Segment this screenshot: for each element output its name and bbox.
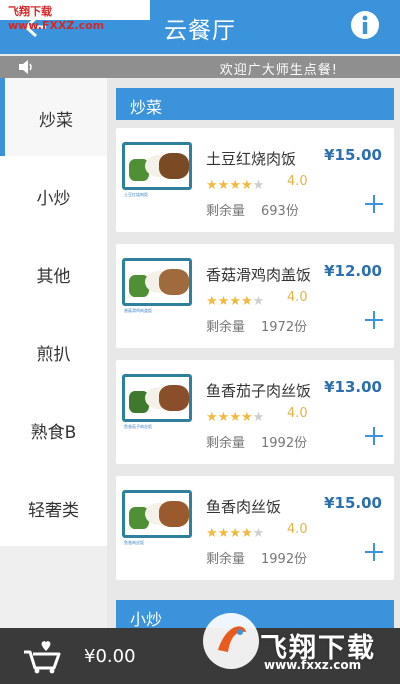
star-filled-icon: ★: [240, 410, 253, 425]
star-filled-icon: ★: [240, 526, 253, 541]
dish-image: 鱼香肉丝饭: [122, 490, 192, 554]
star-empty-icon: ★: [252, 410, 265, 425]
notice-text: 欢迎广大师生点餐!: [219, 63, 338, 78]
top-watermark: 飞翔下载 www.FXXZ.com: [0, 0, 150, 32]
sidebar-item-label: 小炒: [36, 189, 71, 209]
plus-icon[interactable]: [364, 426, 384, 446]
notice-bar: 欢迎广大师生点餐!: [0, 56, 400, 78]
stock-value: 1992份: [261, 552, 308, 567]
stock-value: 1972份: [261, 320, 308, 335]
stock-value: 693份: [261, 204, 299, 219]
rating-value: 4.0: [287, 174, 308, 189]
star-filled-icon: ★: [217, 526, 230, 541]
stock-label: 剩余量: [206, 204, 246, 219]
dish-price: ¥15.00: [324, 146, 382, 164]
star-filled-icon: ★: [206, 294, 218, 309]
star-filled-icon: ★: [240, 294, 253, 309]
sidebar-item-label: 煎扒: [36, 345, 71, 365]
star-filled-icon: ★: [229, 178, 241, 193]
sidebar-item-label: 炒菜: [39, 111, 73, 131]
dish-name: 鱼香肉丝饭: [206, 498, 282, 516]
stock-value: 1992份: [261, 436, 308, 451]
star-rating: ★★★★★: [206, 406, 264, 425]
plus-icon[interactable]: [364, 310, 384, 330]
dish-image: 鱼香茄子肉丝饭: [122, 374, 192, 438]
star-rating: ★★★★★: [206, 290, 264, 309]
star-filled-icon: ★: [206, 410, 218, 425]
stock-label: 剩余量: [206, 552, 246, 567]
star-rating: ★★★★★: [206, 174, 264, 193]
star-filled-icon: ★: [229, 526, 241, 541]
dish-price: ¥12.00: [324, 262, 382, 280]
menu-item[interactable]: 鱼香茄子肉丝饭 鱼香茄子肉丝饭 ¥13.00 ★★★★★ 4.0 剩余量 199…: [116, 360, 394, 464]
sidebar-item-chaocai[interactable]: 炒菜: [0, 78, 107, 156]
star-filled-icon: ★: [229, 294, 241, 309]
sidebar-item-shushi-b[interactable]: 熟食B: [0, 390, 107, 468]
dish-image: 香菇滑鸡肉盖饭: [122, 258, 192, 322]
sidebar-item-jianpa[interactable]: 煎扒: [0, 312, 107, 390]
menu-item[interactable]: 土豆红烧肉饭 土豆红烧肉饭 ¥15.00 ★★★★★ 4.0 剩余量 693份: [116, 128, 394, 232]
rating-value: 4.0: [287, 290, 308, 305]
star-filled-icon: ★: [217, 178, 230, 193]
category-sidebar: 炒菜 小炒 其他 煎扒 熟食B 轻奢类: [0, 78, 107, 684]
dish-name: 鱼香茄子肉丝饭: [206, 382, 312, 400]
star-empty-icon: ★: [252, 294, 265, 309]
sidebar-item-xiaochao[interactable]: 小炒: [0, 156, 107, 234]
rating-value: 4.0: [287, 522, 308, 537]
sidebar-item-qingshe[interactable]: 轻奢类: [0, 468, 107, 546]
sidebar-item-label: 其他: [36, 267, 71, 287]
section-header: 炒菜: [116, 88, 394, 120]
dish-price: ¥15.00: [324, 494, 382, 512]
menu-item[interactable]: 鱼香肉丝饭 鱼香肉丝饭 ¥15.00 ★★★★★ 4.0 剩余量 1992份: [116, 476, 394, 580]
dish-image-caption: 土豆红烧肉饭: [124, 192, 148, 197]
star-filled-icon: ★: [229, 410, 241, 425]
dish-name: 香菇滑鸡肉盖饭: [206, 266, 312, 284]
sidebar-item-qita[interactable]: 其他: [0, 234, 107, 312]
star-empty-icon: ★: [252, 178, 265, 193]
star-filled-icon: ★: [240, 178, 253, 193]
dish-image-caption: 鱼香肉丝饭: [124, 540, 144, 545]
info-icon[interactable]: [350, 10, 380, 40]
cart-total: ¥0.00: [84, 646, 136, 667]
star-filled-icon: ★: [217, 294, 230, 309]
section-title: 炒菜: [130, 98, 163, 117]
stock-label: 剩余量: [206, 320, 246, 335]
watermark-text: 飞翔下载 www.FXXZ.com: [8, 5, 105, 32]
menu-list[interactable]: 炒菜 土豆红烧肉饭 土豆红烧肉饭 ¥15.00 ★★★★★ 4.0 剩余量 69…: [107, 78, 400, 684]
logo-watermark-sub: www.fxxz.com: [264, 658, 362, 672]
dish-image-caption: 鱼香茄子肉丝饭: [124, 424, 152, 429]
logo-watermark: 飞翔下载 www.fxxz.com: [200, 604, 390, 680]
cart-heart-icon[interactable]: [22, 640, 62, 674]
sidebar-item-label: 轻奢类: [28, 501, 79, 521]
star-filled-icon: ★: [206, 178, 218, 193]
star-filled-icon: ★: [206, 526, 218, 541]
plus-icon[interactable]: [364, 542, 384, 562]
star-filled-icon: ★: [217, 410, 230, 425]
dish-price: ¥13.00: [324, 378, 382, 396]
dish-name: 土豆红烧肉饭: [206, 150, 297, 168]
section-title: 小炒: [130, 610, 163, 629]
plus-icon[interactable]: [364, 194, 384, 214]
rating-value: 4.0: [287, 406, 308, 421]
sidebar-item-label: 熟食B: [30, 423, 77, 443]
star-rating: ★★★★★: [206, 522, 264, 541]
logo-icon: [203, 613, 259, 669]
stock-label: 剩余量: [206, 436, 246, 451]
star-empty-icon: ★: [252, 526, 265, 541]
speaker-icon: [19, 60, 32, 74]
dish-image: 土豆红烧肉饭: [122, 142, 192, 206]
menu-item[interactable]: 香菇滑鸡肉盖饭 香菇滑鸡肉盖饭 ¥12.00 ★★★★★ 4.0 剩余量 197…: [116, 244, 394, 348]
dish-image-caption: 香菇滑鸡肉盖饭: [124, 308, 152, 313]
